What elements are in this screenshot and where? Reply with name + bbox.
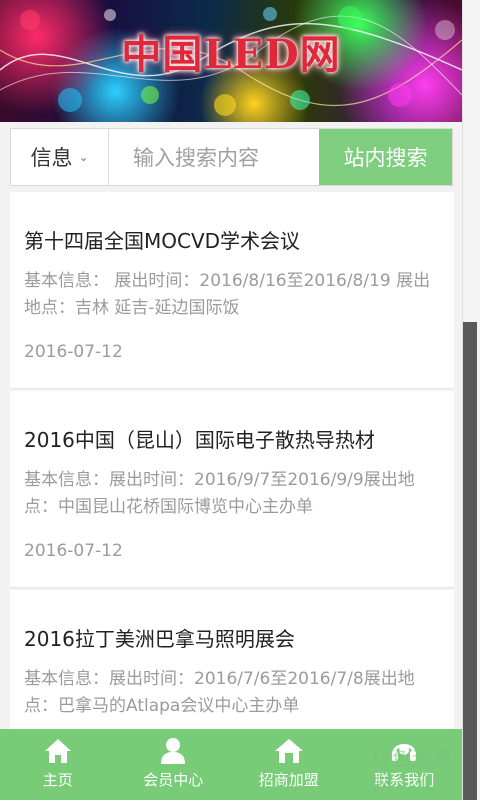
article-title[interactable]: 2016拉丁美洲巴拿马照明展会 xyxy=(24,590,440,654)
nav-item-member[interactable]: 会员中心 xyxy=(116,729,232,800)
scrollbar-thumb[interactable] xyxy=(463,322,477,800)
nav-item-franchise[interactable]: 招商加盟 xyxy=(231,729,347,800)
home-icon xyxy=(44,739,71,763)
article-description: 基本信息： 展出时间：2016/8/16至2016/8/19 展出地点：吉林 延… xyxy=(24,271,431,318)
search-bar: 信息 ⌄ 站内搜索 xyxy=(10,128,453,186)
nav-label-franchise: 招商加盟 xyxy=(258,771,319,789)
list-item[interactable]: 2016中国（昆山）国际电子散热导热材 基本信息：展出时间：2016/9/7至2… xyxy=(10,391,454,588)
search-input[interactable] xyxy=(131,141,325,175)
nav-item-home[interactable]: 主页 xyxy=(0,729,116,800)
search-button[interactable]: 站内搜索 xyxy=(319,129,452,185)
page: 中国LED网 信息 ⌄ 站内搜索 第十四届全国MOCVD学术会议 基本信息： 展… xyxy=(0,0,462,800)
house-icon xyxy=(274,739,303,763)
category-label: 信息 xyxy=(30,146,73,170)
banner-title: 中国LED网 xyxy=(121,31,341,78)
bottom-nav: 主页 会员中心 招商加盟 联系我们 xyxy=(0,729,462,800)
nav-item-contact[interactable]: 联系我们 xyxy=(347,729,463,800)
article-description: 基本信息：展出时间：2016/7/6至2016/7/8展出地点：巴拿马的Atla… xyxy=(24,669,415,716)
article-description: 基本信息：展出时间：2016/9/7至2016/9/9展出地点：中国昆山花桥国际… xyxy=(24,470,415,517)
category-select[interactable]: 信息 ⌄ xyxy=(11,129,109,185)
article-list: 第十四届全国MOCVD学术会议 基本信息： 展出时间：2016/8/16至201… xyxy=(10,192,454,769)
user-icon xyxy=(161,738,186,764)
article-title[interactable]: 2016中国（昆山）国际电子散热导热材 xyxy=(24,391,440,455)
nav-label-contact: 联系我们 xyxy=(374,771,435,789)
banner: 中国LED网 xyxy=(0,0,462,122)
headset-icon xyxy=(392,744,417,761)
list-item[interactable]: 第十四届全国MOCVD学术会议 基本信息： 展出时间：2016/8/16至201… xyxy=(10,192,454,389)
article-date: 2016-07-12 xyxy=(24,342,123,362)
chevron-down-icon: ⌄ xyxy=(78,150,89,164)
nav-label-member: 会员中心 xyxy=(143,771,204,789)
nav-label-home: 主页 xyxy=(42,771,73,789)
article-title[interactable]: 第十四届全国MOCVD学术会议 xyxy=(24,192,440,256)
article-date: 2016-07-12 xyxy=(24,541,123,561)
